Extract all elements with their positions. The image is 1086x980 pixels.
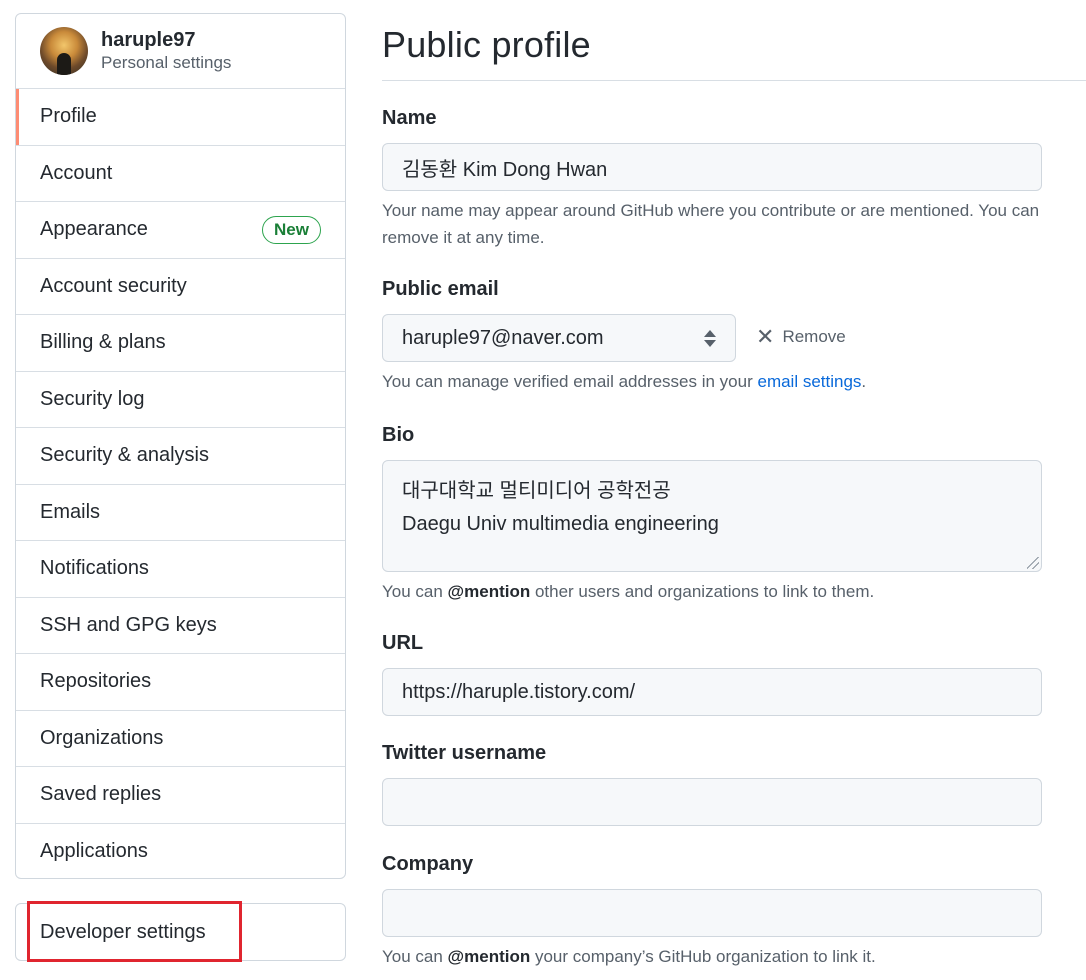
sidebar-item-label: Notifications xyxy=(40,557,149,580)
sidebar-item-label: SSH and GPG keys xyxy=(40,613,217,636)
bio-textarea[interactable]: 대구대학교 멀티미디어 공학전공 Daegu Univ multimedia e… xyxy=(382,460,1042,572)
user-info: haruple97 Personal settings xyxy=(101,28,231,74)
sidebar-item-label: Applications xyxy=(40,840,148,863)
sidebar-item-appearance[interactable]: Appearance New xyxy=(16,202,345,259)
user-subtitle: Personal settings xyxy=(101,53,232,72)
select-arrows-icon xyxy=(704,329,716,347)
email-note: You can manage verified email addresses … xyxy=(382,368,866,395)
twitter-username-field[interactable] xyxy=(382,778,1042,826)
sidebar-item-label: Developer settings xyxy=(40,920,206,943)
sidebar-item-billing[interactable]: Billing & plans xyxy=(16,315,345,372)
sidebar-item-label: Profile xyxy=(40,105,97,128)
name-note-line1: Your name may appear around GitHub where… xyxy=(382,201,1040,220)
sidebar-item-ssh-gpg-keys[interactable]: SSH and GPG keys xyxy=(16,598,345,654)
settings-sidebar: haruple97 Personal settings Profile Acco… xyxy=(15,13,346,879)
sidebar-item-account[interactable]: Account xyxy=(16,146,345,202)
email-note-text: You can manage verified email addresses … xyxy=(382,372,758,391)
name-note-line2: remove it at any time. xyxy=(382,228,545,247)
company-label: Company xyxy=(382,853,474,875)
sidebar-item-saved-replies[interactable]: Saved replies xyxy=(16,767,345,824)
sidebar-item-developer-settings[interactable]: Developer settings xyxy=(15,903,346,961)
profile-form: Public profile Name 김동환 Kim Dong Hwan Yo… xyxy=(382,0,1086,966)
sidebar-item-notifications[interactable]: Notifications xyxy=(16,541,345,598)
bio-note: You can @mention other users and organiz… xyxy=(382,578,874,605)
sidebar-item-label: Account xyxy=(40,161,113,184)
email-note-suffix: . xyxy=(861,372,867,391)
sidebar-item-security-log[interactable]: Security log xyxy=(16,372,345,428)
sidebar-item-applications[interactable]: Applications xyxy=(16,824,345,879)
company-note-suffix: your company’s GitHub organization to li… xyxy=(530,947,876,966)
bio-note-suffix: other users and organizations to link to… xyxy=(530,582,875,601)
twitter-label: Twitter username xyxy=(382,742,547,764)
sidebar-item-label: Billing & plans xyxy=(40,331,166,354)
company-note: You can @mention your company’s GitHub o… xyxy=(382,943,876,970)
resize-handle-icon[interactable] xyxy=(1027,557,1039,569)
email-settings-link[interactable]: email settings xyxy=(757,372,861,391)
sidebar-item-security-analysis[interactable]: Security & analysis xyxy=(16,428,345,485)
sidebar-item-account-security[interactable]: Account security xyxy=(16,259,345,315)
sidebar-user-header[interactable]: haruple97 Personal settings xyxy=(16,14,345,89)
page-title: Public profile xyxy=(382,0,1086,81)
public-email-label: Public email xyxy=(382,278,499,300)
mention-text: @mention xyxy=(447,947,531,966)
company-field[interactable] xyxy=(382,889,1042,937)
new-badge: New xyxy=(262,215,321,244)
sidebar-item-label: Security log xyxy=(40,387,145,410)
sidebar-item-label: Emails xyxy=(40,500,101,523)
sidebar-item-label: Organizations xyxy=(40,726,164,749)
name-note: Your name may appear around GitHub where… xyxy=(382,197,1039,251)
sidebar-item-label: Repositories xyxy=(40,670,152,693)
sidebar-item-organizations[interactable]: Organizations xyxy=(16,711,345,767)
sidebar-item-repositories[interactable]: Repositories xyxy=(16,654,345,711)
remove-label: Remove xyxy=(782,327,846,346)
remove-email-button[interactable]: ✕ Remove xyxy=(756,322,846,352)
sidebar-item-label: Security & analysis xyxy=(40,444,209,467)
url-value: https://haruple.tistory.com/ xyxy=(402,680,636,703)
public-email-value: haruple97@naver.com xyxy=(402,326,604,349)
bio-line2: Daegu Univ multimedia engineering xyxy=(402,513,719,535)
sidebar-item-emails[interactable]: Emails xyxy=(16,485,345,541)
bio-label: Bio xyxy=(382,424,415,446)
name-value: 김동환 Kim Dong Hwan xyxy=(402,158,608,181)
public-email-select[interactable]: haruple97@naver.com xyxy=(382,314,736,362)
url-label: URL xyxy=(382,632,424,654)
username[interactable]: haruple97 xyxy=(101,28,231,52)
sidebar-item-label: Appearance xyxy=(40,218,148,241)
sidebar-item-label: Account security xyxy=(40,274,187,297)
url-field[interactable]: https://haruple.tistory.com/ xyxy=(382,668,1042,716)
sidebar-item-label: Saved replies xyxy=(40,783,162,806)
name-field[interactable]: 김동환 Kim Dong Hwan xyxy=(382,143,1042,191)
name-label: Name xyxy=(382,107,437,129)
bio-line1: 대구대학교 멀티미디어 공학전공 xyxy=(402,480,671,502)
sidebar-item-profile[interactable]: Profile xyxy=(16,89,345,146)
avatar[interactable] xyxy=(40,27,88,75)
bio-note-text: You can xyxy=(382,582,448,601)
mention-text: @mention xyxy=(447,582,531,601)
company-note-text: You can xyxy=(382,947,448,966)
close-icon: ✕ xyxy=(756,324,775,349)
